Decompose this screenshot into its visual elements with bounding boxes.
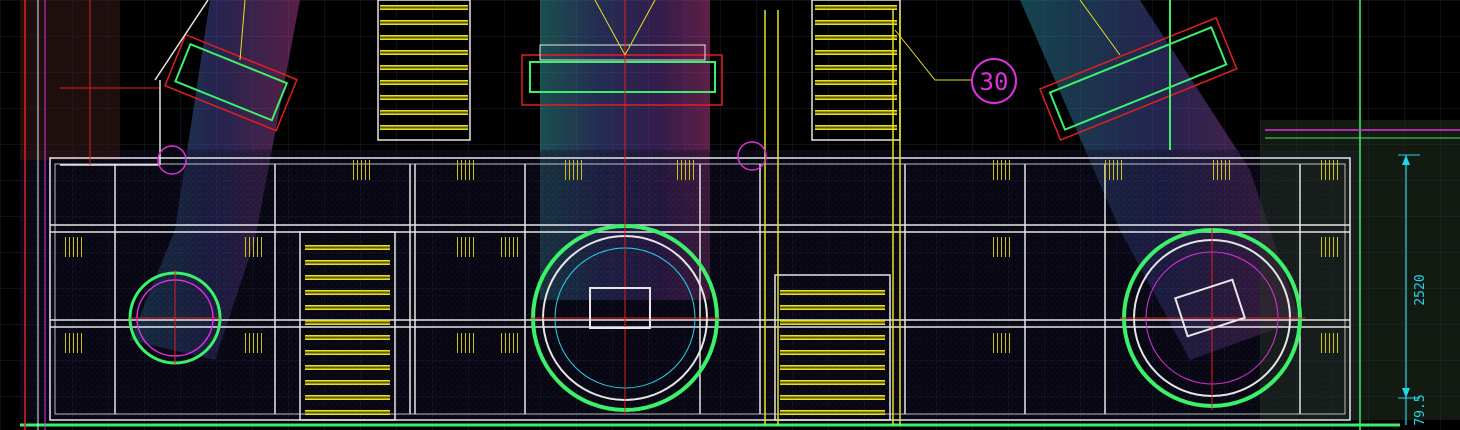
ladder-bottom-left [299,231,396,421]
callout-number: 30 [980,68,1009,96]
manway-left [128,270,222,365]
dimension-upper-label: 2520 [1413,274,1428,305]
ladder-top-right [811,0,901,141]
noise-field [20,150,1360,420]
ladder-center-stair [774,274,891,421]
dimension-lower-label: 79.5 [1413,394,1428,425]
cad-drawing-canvas[interactable]: 30 2520 79.5 [0,0,1460,430]
cad-viewport[interactable]: 30 2520 79.5 [0,0,1460,430]
left-background-structure [20,0,120,160]
ladder-top-left [377,0,471,141]
